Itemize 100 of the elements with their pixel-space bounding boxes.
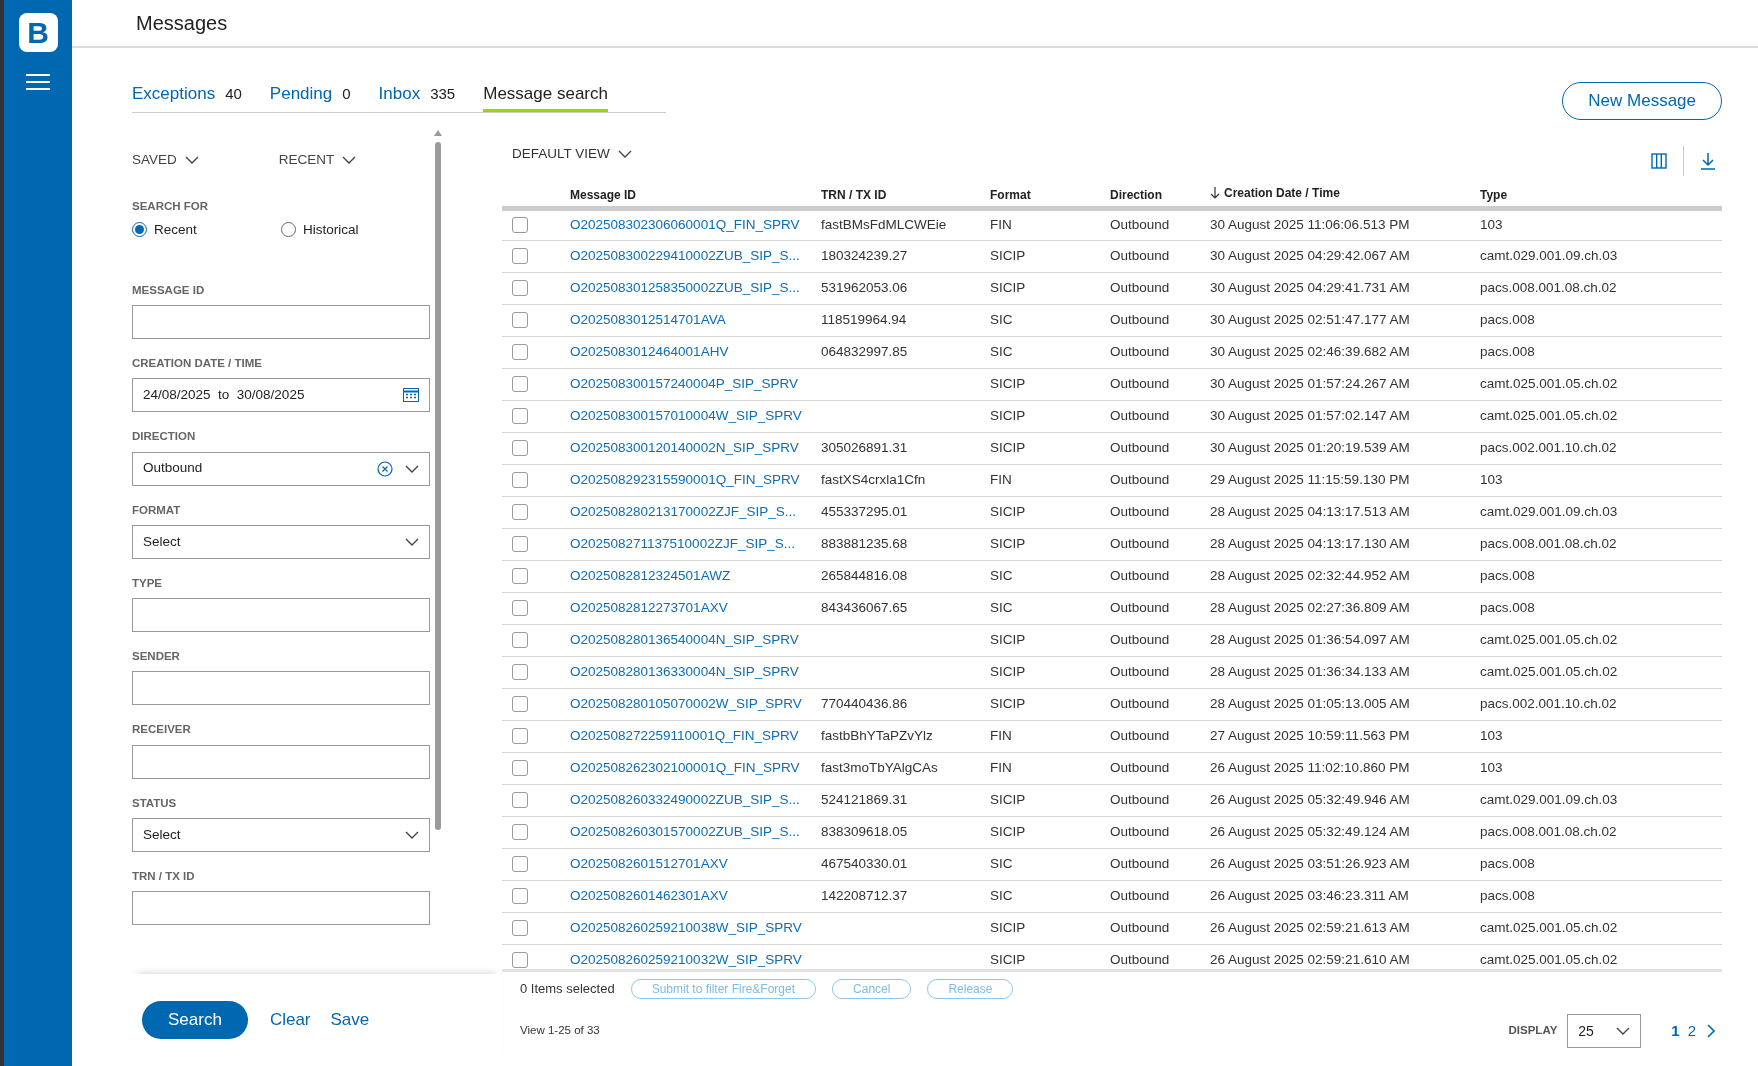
message-link[interactable]: O202508271137510002ZJF_SIP_S... xyxy=(570,535,795,551)
tab[interactable]: Pending 0 xyxy=(269,81,351,112)
tab[interactable]: Exceptions 40 xyxy=(132,81,242,112)
row-checkbox[interactable] xyxy=(512,952,528,968)
text-field[interactable] xyxy=(132,598,430,632)
chevron-down-icon xyxy=(1616,1027,1631,1035)
message-link[interactable]: O202508260259210038W_SIP_SPRV xyxy=(570,919,802,935)
column-header[interactable]: Format xyxy=(990,185,1031,204)
message-link[interactable]: O2025082601512701AXV xyxy=(570,855,728,871)
message-link[interactable]: O202508302306060001Q_FIN_SPRV xyxy=(570,216,800,232)
row-checkbox[interactable] xyxy=(512,312,528,328)
text-field[interactable] xyxy=(132,891,430,925)
message-link[interactable]: O202508280105070002W_SIP_SPRV xyxy=(570,695,802,711)
row-checkbox[interactable] xyxy=(512,568,528,584)
row-checkbox[interactable] xyxy=(512,440,528,456)
message-link[interactable]: O202508301258350002ZUB_SIP_S... xyxy=(570,279,800,295)
column-header[interactable]: Message ID xyxy=(570,185,637,204)
row-checkbox[interactable] xyxy=(512,536,528,552)
app-logo[interactable]: B xyxy=(18,13,58,52)
message-link[interactable]: O202508280136540004N_SIP_SPRV xyxy=(570,631,799,647)
message-link[interactable]: O202508280213170002ZJF_SIP_S... xyxy=(570,503,796,519)
row-checkbox[interactable] xyxy=(512,824,528,840)
row-checkbox[interactable] xyxy=(512,600,528,616)
message-link[interactable]: O202508300229410002ZUB_SIP_S... xyxy=(570,247,800,263)
page-size-select[interactable]: 25 xyxy=(1567,1014,1642,1048)
message-link[interactable]: O2025082812273701AXV xyxy=(570,599,728,615)
table-cell: pacs.008.001.08.ch.02 xyxy=(1480,535,1617,551)
page-link[interactable]: 2 xyxy=(1687,1019,1696,1043)
next-page-icon[interactable] xyxy=(1706,1024,1716,1038)
select-field[interactable]: Select xyxy=(132,524,430,559)
row-checkbox[interactable] xyxy=(512,344,528,360)
view-selector[interactable]: DEFAULT VIEW xyxy=(512,143,632,165)
table-cell: 30 August 2025 11:06:06.513 PM xyxy=(1210,216,1410,232)
table-cell: SIC xyxy=(990,599,1013,615)
column-header[interactable]: Direction xyxy=(1110,185,1162,204)
message-link[interactable]: O2025083012514701AVA xyxy=(570,311,726,327)
tab[interactable]: Inbox 335 xyxy=(378,81,456,112)
message-link[interactable]: O202508260259210032W_SIP_SPRV xyxy=(570,951,802,967)
row-checkbox[interactable] xyxy=(512,248,528,264)
row-checkbox[interactable] xyxy=(512,856,528,872)
table-cell: FIN xyxy=(990,727,1012,743)
radio-option[interactable]: Historical xyxy=(281,219,430,240)
tab[interactable]: Message search xyxy=(483,81,608,112)
action-link[interactable]: Save xyxy=(330,1007,370,1033)
filter-menu[interactable]: SAVED xyxy=(132,150,199,171)
row-checkbox[interactable] xyxy=(512,472,528,488)
page-link[interactable]: 1 xyxy=(1671,1019,1680,1043)
action-link[interactable]: Clear xyxy=(269,1007,311,1033)
text-field[interactable] xyxy=(132,305,430,339)
columns-icon[interactable] xyxy=(1651,153,1667,169)
date-range-field[interactable]: 24/08/2025 to 30/08/2025 xyxy=(132,378,430,413)
filter-menu[interactable]: RECENT xyxy=(278,150,357,171)
table-cell: pacs.008 xyxy=(1480,855,1535,871)
select-field[interactable]: Outbound xyxy=(132,451,430,486)
message-link[interactable]: O202508300157240004P_SIP_SPRV xyxy=(570,375,798,391)
message-link[interactable]: O202508272259110001Q_FIN_SPRV xyxy=(570,727,799,743)
row-checkbox[interactable] xyxy=(512,728,528,744)
message-link[interactable]: O202508300120140002N_SIP_SPRV xyxy=(570,439,799,455)
row-checkbox[interactable] xyxy=(512,696,528,712)
table-cell: 064832997.85 xyxy=(821,343,908,359)
table-cell: Outbound xyxy=(1110,567,1170,583)
message-link[interactable]: O2025083012464001AHV xyxy=(570,343,729,359)
row-checkbox[interactable] xyxy=(512,217,528,233)
message-link[interactable]: O2025082812324501AWZ xyxy=(570,567,731,583)
field-label: STATUS xyxy=(132,795,178,811)
message-link[interactable]: O202508300157010004W_SIP_SPRV xyxy=(570,407,802,423)
column-header[interactable]: Type xyxy=(1480,185,1508,204)
download-icon[interactable] xyxy=(1700,152,1716,170)
row-checkbox[interactable] xyxy=(512,504,528,520)
message-link[interactable]: O202508260332490002ZUB_SIP_S... xyxy=(570,791,800,807)
clear-icon[interactable] xyxy=(377,460,393,477)
row-checkbox[interactable] xyxy=(512,408,528,424)
table-cell: SICIP xyxy=(990,823,1026,839)
text-field[interactable] xyxy=(132,671,430,706)
table-cell: FIN xyxy=(990,471,1012,487)
message-link[interactable]: O2025082601462301AXV xyxy=(570,887,728,903)
row-checkbox[interactable] xyxy=(512,760,528,776)
table-cell: SICIP xyxy=(990,439,1026,455)
calendar-icon[interactable] xyxy=(403,388,419,403)
row-checkbox[interactable] xyxy=(512,280,528,296)
select-field[interactable]: Select xyxy=(132,817,430,852)
scrollbar-thumb[interactable] xyxy=(435,142,441,830)
text-field[interactable] xyxy=(132,744,430,779)
radio-option[interactable]: Recent xyxy=(132,219,281,240)
row-checkbox[interactable] xyxy=(512,664,528,680)
column-header[interactable]: TRN / TX ID xyxy=(821,185,887,204)
column-header[interactable]: Creation Date / Time xyxy=(1210,183,1340,202)
menu-icon[interactable] xyxy=(26,74,50,90)
table-cell: 103 xyxy=(1480,759,1503,775)
message-link[interactable]: O202508262302100001Q_FIN_SPRV xyxy=(570,759,800,775)
row-checkbox[interactable] xyxy=(512,920,528,936)
message-link[interactable]: O202508260301570002ZUB_SIP_S... xyxy=(570,823,800,839)
row-checkbox[interactable] xyxy=(512,376,528,392)
row-checkbox[interactable] xyxy=(512,888,528,904)
scroll-up-icon[interactable] xyxy=(434,130,442,136)
row-checkbox[interactable] xyxy=(512,792,528,808)
message-link[interactable]: O202508280136330004N_SIP_SPRV xyxy=(570,663,799,679)
search-button[interactable]: Search xyxy=(142,1001,248,1039)
row-checkbox[interactable] xyxy=(512,632,528,648)
message-link[interactable]: O202508292315590001Q_FIN_SPRV xyxy=(570,471,800,487)
